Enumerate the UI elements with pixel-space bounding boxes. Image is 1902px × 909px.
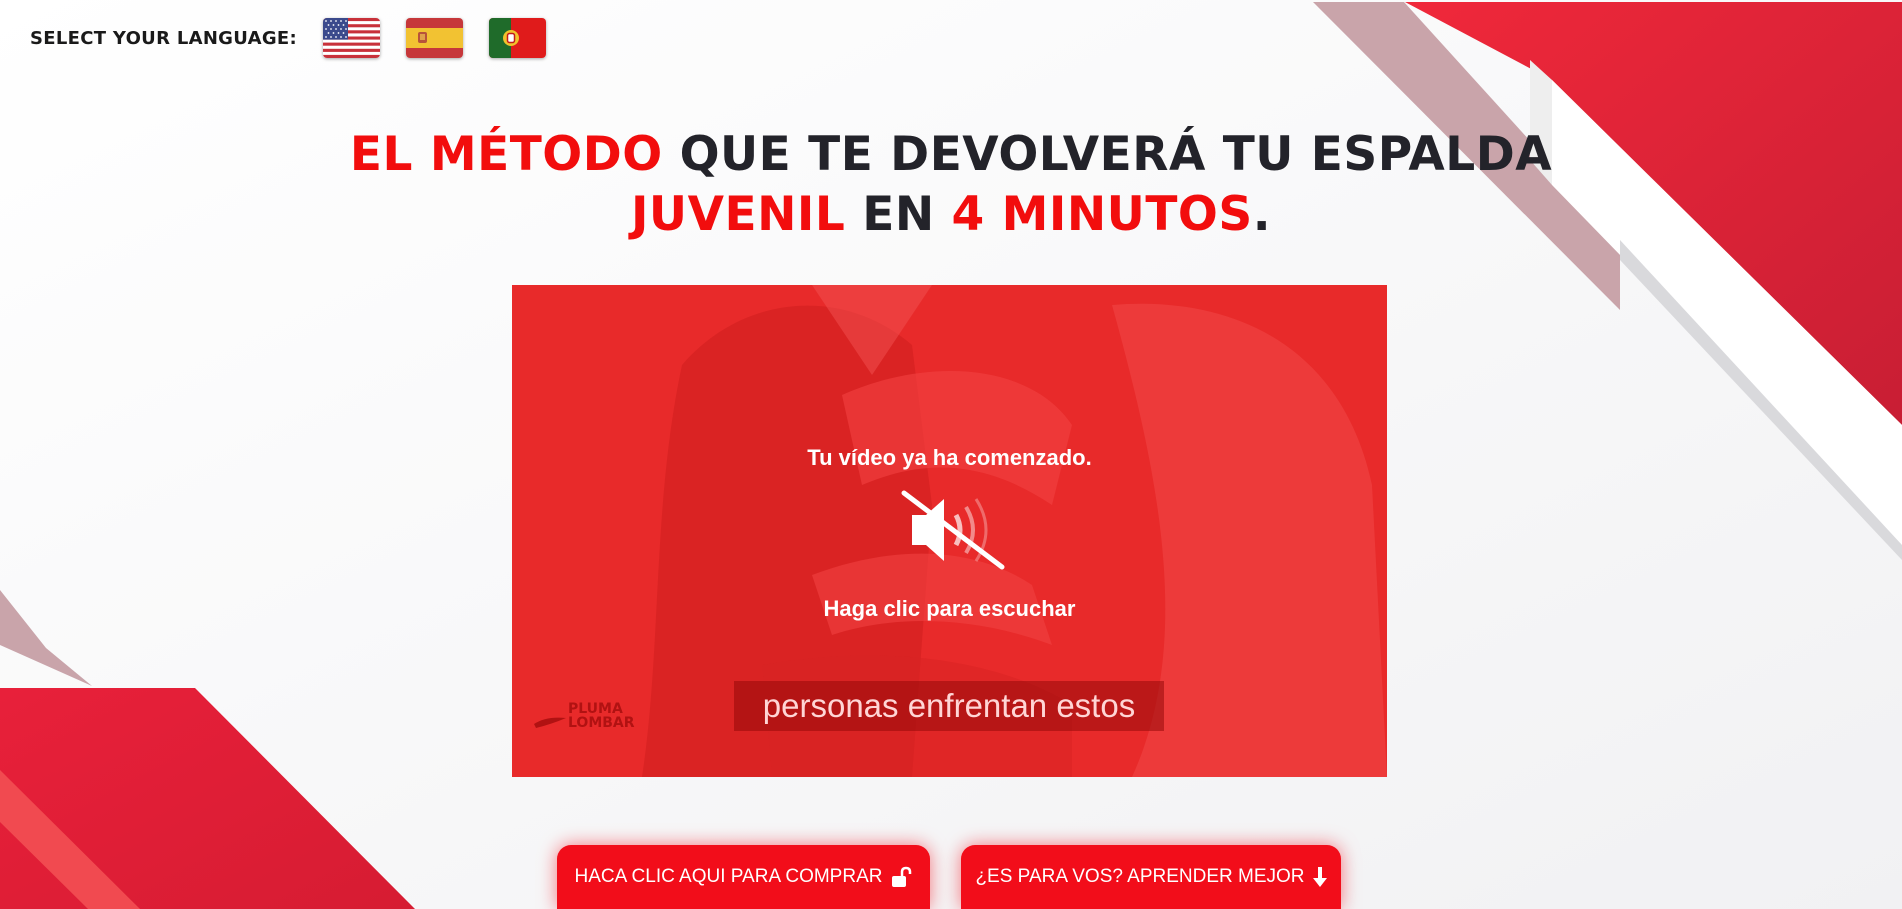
buy-button[interactable]: HACA CLIC AQUI PARA COMPRAR bbox=[557, 845, 930, 909]
unlock-icon bbox=[890, 866, 912, 888]
arrow-down-icon bbox=[1312, 866, 1327, 888]
spain-flag-icon[interactable] bbox=[406, 18, 464, 58]
headline-text: QUE TE DEVOLVERÁ TU ESPALDA bbox=[662, 127, 1553, 182]
headline-highlight: 4 MINUTOS bbox=[951, 187, 1253, 242]
headline-highlight: JUVENIL bbox=[630, 187, 846, 242]
logo-line-1: PLUMA bbox=[568, 701, 623, 717]
feather-icon bbox=[534, 717, 566, 728]
headline-line-1: EL MÉTODO QUE TE DEVOLVERÁ TU ESPALDA bbox=[0, 125, 1902, 185]
logo-line-2: LOMBAR bbox=[568, 715, 635, 731]
portugal-flag-icon[interactable] bbox=[489, 18, 547, 58]
video-subtitle: personas enfrentan estos bbox=[734, 681, 1164, 731]
us-flag-icon[interactable] bbox=[323, 18, 381, 58]
headline-text: . bbox=[1252, 187, 1272, 242]
video-player[interactable]: Tu vídeo ya ha comenzado. Haga clic para… bbox=[512, 285, 1387, 777]
learn-more-button-label: ¿ES PARA VOS? APRENDER MEJOR bbox=[975, 866, 1305, 887]
page-headline: EL MÉTODO QUE TE DEVOLVERÁ TU ESPALDA JU… bbox=[0, 125, 1902, 245]
language-label: SELECT YOUR LANGUAGE: bbox=[30, 27, 298, 49]
click-to-listen-text: Haga clic para escuchar bbox=[823, 596, 1076, 621]
language-selector: SELECT YOUR LANGUAGE: bbox=[30, 18, 572, 58]
headline-text: EN bbox=[845, 187, 952, 242]
top-border bbox=[0, 0, 1902, 2]
learn-more-button[interactable]: ¿ES PARA VOS? APRENDER MEJOR bbox=[961, 845, 1341, 909]
buy-button-label: HACA CLIC AQUI PARA COMPRAR bbox=[574, 866, 883, 887]
headline-line-2: JUVENIL EN 4 MINUTOS. bbox=[0, 185, 1902, 245]
muted-speaker-icon bbox=[901, 490, 1005, 570]
pluma-lombar-logo: PLUMA LOMBAR bbox=[532, 702, 642, 734]
headline-highlight: EL MÉTODO bbox=[349, 127, 663, 182]
video-started-text: Tu vídeo ya ha comenzado. bbox=[807, 445, 1092, 470]
